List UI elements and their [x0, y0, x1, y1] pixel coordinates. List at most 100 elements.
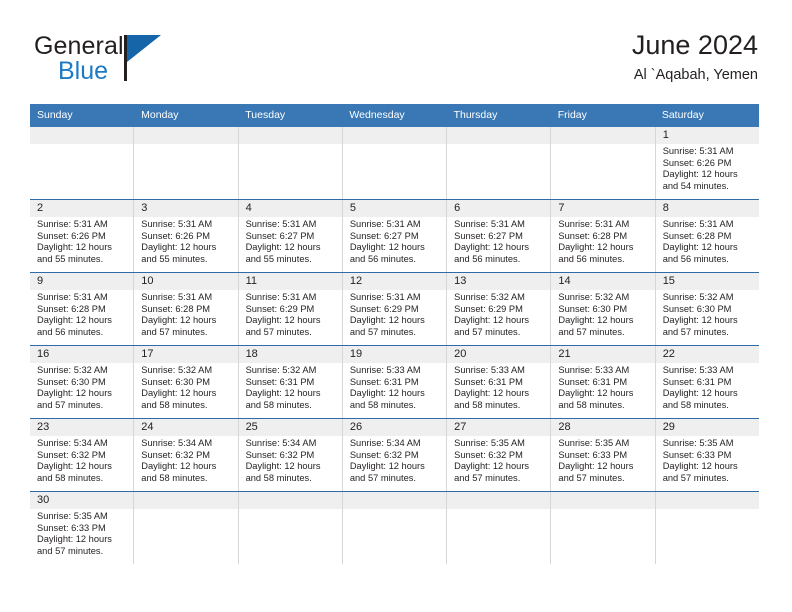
- sunset-text: Sunset: 6:28 PM: [37, 303, 106, 314]
- daylight-text-line1: Daylight: 12 hours: [245, 388, 321, 399]
- calendar-day-cell[interactable]: 6 Sunrise: 5:31 AM Sunset: 6:27 PM Daylight…: [447, 200, 552, 272]
- daylight-text-line1: Daylight: 12 hours: [662, 461, 738, 472]
- day-number: 3: [134, 200, 238, 217]
- daylight-text-line1: Daylight: 12 hours: [245, 315, 321, 326]
- calendar-day-cell[interactable]: 20 Sunrise: 5:33 AM Sunset: 6:31 PM Dayligh…: [447, 346, 552, 418]
- calendar-day-cell[interactable]: 7 Sunrise: 5:31 AM Sunset: 6:28 PM Daylight…: [551, 200, 656, 272]
- day-sun-info: Sunrise: 5:35 AM Sunset: 6:33 PM Daylight:…: [30, 509, 133, 557]
- general-blue-logo[interactable]: General Blue: [34, 32, 254, 90]
- calendar-day-cell[interactable]: 16 Sunrise: 5:32 AM Sunset: 6:30 PM Dayligh…: [30, 346, 135, 418]
- day-sun-info: Sunrise: 5:35 AM Sunset: 6:32 PM Daylight:…: [447, 436, 550, 484]
- day-sun-info: Sunrise: 5:31 AM Sunset: 6:26 PM Daylight:…: [30, 217, 133, 265]
- calendar-day-cell[interactable]: 30 Sunrise: 5:35 AM Sunset: 6:33 PM Dayligh…: [30, 492, 135, 564]
- day-sun-info: Sunrise: 5:33 AM Sunset: 6:31 PM Daylight:…: [343, 363, 446, 411]
- day-number: 10: [134, 273, 238, 290]
- daylight-text-line1: Daylight: 12 hours: [37, 534, 112, 545]
- title-block: June 2024 Al `Aqabah, Yemen: [632, 28, 758, 86]
- sunset-text: Sunset: 6:26 PM: [141, 230, 211, 241]
- day-number: [655, 492, 759, 509]
- daylight-text-line2: and 58 minutes.: [454, 399, 521, 410]
- weekday-header-row: Sunday Monday Tuesday Wednesday Thursday…: [30, 104, 759, 127]
- day-number: 12: [342, 273, 447, 290]
- calendar-day-cell[interactable]: 19 Sunrise: 5:33 AM Sunset: 6:31 PM Dayligh…: [342, 346, 448, 418]
- daylight-text-line2: and 56 minutes.: [558, 253, 625, 264]
- sunset-text: Sunset: 6:30 PM: [662, 303, 732, 314]
- daylight-text-line1: Daylight: 12 hours: [37, 242, 112, 253]
- day-number: 21: [551, 346, 655, 363]
- sunset-text: Sunset: 6:29 PM: [454, 303, 523, 314]
- blue-flag-icon: [127, 35, 161, 62]
- sunset-text: Sunset: 6:32 PM: [141, 449, 211, 460]
- calendar-day-cell-empty: [30, 127, 135, 199]
- sunrise-text: Sunrise: 5:32 AM: [454, 292, 525, 302]
- sunrise-text: Sunrise: 5:33 AM: [349, 365, 421, 375]
- calendar-day-cell[interactable]: 23 Sunrise: 5:34 AM Sunset: 6:32 PM Dayligh…: [30, 419, 135, 491]
- day-number: 4: [238, 200, 342, 217]
- daylight-text-line2: and 58 minutes.: [349, 399, 416, 410]
- day-number: [342, 127, 447, 144]
- calendar-day-cell-empty: [655, 492, 759, 564]
- day-number: 14: [551, 273, 655, 290]
- sunrise-text: Sunrise: 5:31 AM: [558, 219, 630, 229]
- calendar-day-cell[interactable]: 29 Sunrise: 5:35 AM Sunset: 6:33 PM Dayligh…: [655, 419, 759, 491]
- sunrise-text: Sunrise: 5:31 AM: [141, 219, 213, 229]
- calendar-day-cell[interactable]: 1 Sunrise: 5:31 AM Sunset: 6:26 PM Daylight…: [655, 127, 759, 199]
- daylight-text-line1: Daylight: 12 hours: [558, 242, 634, 253]
- calendar-day-cell-empty: [238, 127, 343, 199]
- calendar-day-cell[interactable]: 4 Sunrise: 5:31 AM Sunset: 6:27 PM Daylight…: [238, 200, 343, 272]
- calendar-day-cell[interactable]: 5 Sunrise: 5:31 AM Sunset: 6:27 PM Daylight…: [342, 200, 448, 272]
- daylight-text-line1: Daylight: 12 hours: [141, 242, 217, 253]
- day-number: 6: [447, 200, 551, 217]
- calendar-day-cell[interactable]: 21 Sunrise: 5:33 AM Sunset: 6:31 PM Dayligh…: [551, 346, 656, 418]
- calendar-day-cell[interactable]: 22 Sunrise: 5:33 AM Sunset: 6:31 PM Dayligh…: [655, 346, 759, 418]
- sunset-text: Sunset: 6:31 PM: [245, 376, 315, 387]
- calendar-day-cell[interactable]: 17 Sunrise: 5:32 AM Sunset: 6:30 PM Dayligh…: [134, 346, 239, 418]
- day-sun-info: Sunrise: 5:32 AM Sunset: 6:29 PM Daylight:…: [447, 290, 550, 338]
- calendar-day-cell[interactable]: 3 Sunrise: 5:31 AM Sunset: 6:26 PM Daylight…: [134, 200, 239, 272]
- sunset-text: Sunset: 6:26 PM: [662, 157, 732, 168]
- daylight-text-line1: Daylight: 12 hours: [454, 242, 530, 253]
- day-sun-info: Sunrise: 5:34 AM Sunset: 6:32 PM Daylight:…: [239, 436, 342, 484]
- day-sun-info: Sunrise: 5:31 AM Sunset: 6:29 PM Daylight:…: [343, 290, 446, 338]
- daylight-text-line1: Daylight: 12 hours: [558, 315, 634, 326]
- calendar-day-cell[interactable]: 2 Sunrise: 5:31 AM Sunset: 6:26 PM Daylight…: [30, 200, 135, 272]
- daylight-text-line1: Daylight: 12 hours: [454, 461, 530, 472]
- calendar-grid: Sunday Monday Tuesday Wednesday Thursday…: [30, 104, 759, 564]
- calendar-day-cell[interactable]: 25 Sunrise: 5:34 AM Sunset: 6:32 PM Dayligh…: [238, 419, 343, 491]
- daylight-text-line2: and 57 minutes.: [454, 472, 521, 483]
- day-sun-info: Sunrise: 5:34 AM Sunset: 6:32 PM Daylight:…: [30, 436, 133, 484]
- calendar-day-cell[interactable]: 28 Sunrise: 5:35 AM Sunset: 6:33 PM Dayligh…: [551, 419, 656, 491]
- sunrise-text: Sunrise: 5:32 AM: [662, 292, 734, 302]
- calendar-day-cell[interactable]: 9 Sunrise: 5:31 AM Sunset: 6:28 PM Daylight…: [30, 273, 135, 345]
- daylight-text-line2: and 56 minutes.: [37, 326, 104, 337]
- day-number: 24: [134, 419, 238, 436]
- calendar-day-cell[interactable]: 12 Sunrise: 5:31 AM Sunset: 6:29 PM Dayligh…: [342, 273, 448, 345]
- calendar-day-cell[interactable]: 14 Sunrise: 5:32 AM Sunset: 6:30 PM Dayligh…: [551, 273, 656, 345]
- calendar-week-row: 1 Sunrise: 5:31 AM Sunset: 6:26 PM Daylight…: [30, 127, 759, 199]
- calendar-day-cell[interactable]: 13 Sunrise: 5:32 AM Sunset: 6:29 PM Dayligh…: [447, 273, 552, 345]
- day-number: 7: [551, 200, 655, 217]
- page-subtitle: Al `Aqabah, Yemen: [633, 67, 758, 83]
- sunset-text: Sunset: 6:26 PM: [37, 230, 106, 241]
- sunset-text: Sunset: 6:28 PM: [558, 230, 628, 241]
- day-number: 30: [30, 492, 134, 509]
- calendar-day-cell[interactable]: 15 Sunrise: 5:32 AM Sunset: 6:30 PM Dayligh…: [655, 273, 759, 345]
- calendar-day-cell[interactable]: 24 Sunrise: 5:34 AM Sunset: 6:32 PM Dayligh…: [134, 419, 239, 491]
- calendar-day-cell[interactable]: 10 Sunrise: 5:31 AM Sunset: 6:28 PM Dayligh…: [134, 273, 239, 345]
- calendar-day-cell-empty: [447, 492, 552, 564]
- sunrise-text: Sunrise: 5:31 AM: [349, 219, 421, 229]
- calendar-day-cell[interactable]: 18 Sunrise: 5:32 AM Sunset: 6:31 PM Dayligh…: [238, 346, 343, 418]
- sunset-text: Sunset: 6:29 PM: [349, 303, 419, 314]
- calendar-day-cell[interactable]: 8 Sunrise: 5:31 AM Sunset: 6:28 PM Daylight…: [655, 200, 759, 272]
- daylight-text-line1: Daylight: 12 hours: [662, 388, 738, 399]
- day-number: 27: [447, 419, 551, 436]
- calendar-day-cell[interactable]: 26 Sunrise: 5:34 AM Sunset: 6:32 PM Dayligh…: [342, 419, 448, 491]
- day-sun-info: Sunrise: 5:31 AM Sunset: 6:28 PM Daylight:…: [551, 217, 654, 265]
- day-sun-info: Sunrise: 5:33 AM Sunset: 6:31 PM Daylight:…: [447, 363, 550, 411]
- calendar-day-cell[interactable]: 27 Sunrise: 5:35 AM Sunset: 6:32 PM Dayligh…: [447, 419, 552, 491]
- daylight-text-line1: Daylight: 12 hours: [37, 461, 112, 472]
- sunset-text: Sunset: 6:31 PM: [349, 376, 419, 387]
- weekday-header-sunday: Sunday: [37, 109, 73, 121]
- calendar-day-cell[interactable]: 11 Sunrise: 5:31 AM Sunset: 6:29 PM Dayligh…: [238, 273, 343, 345]
- sunset-text: Sunset: 6:31 PM: [454, 376, 523, 387]
